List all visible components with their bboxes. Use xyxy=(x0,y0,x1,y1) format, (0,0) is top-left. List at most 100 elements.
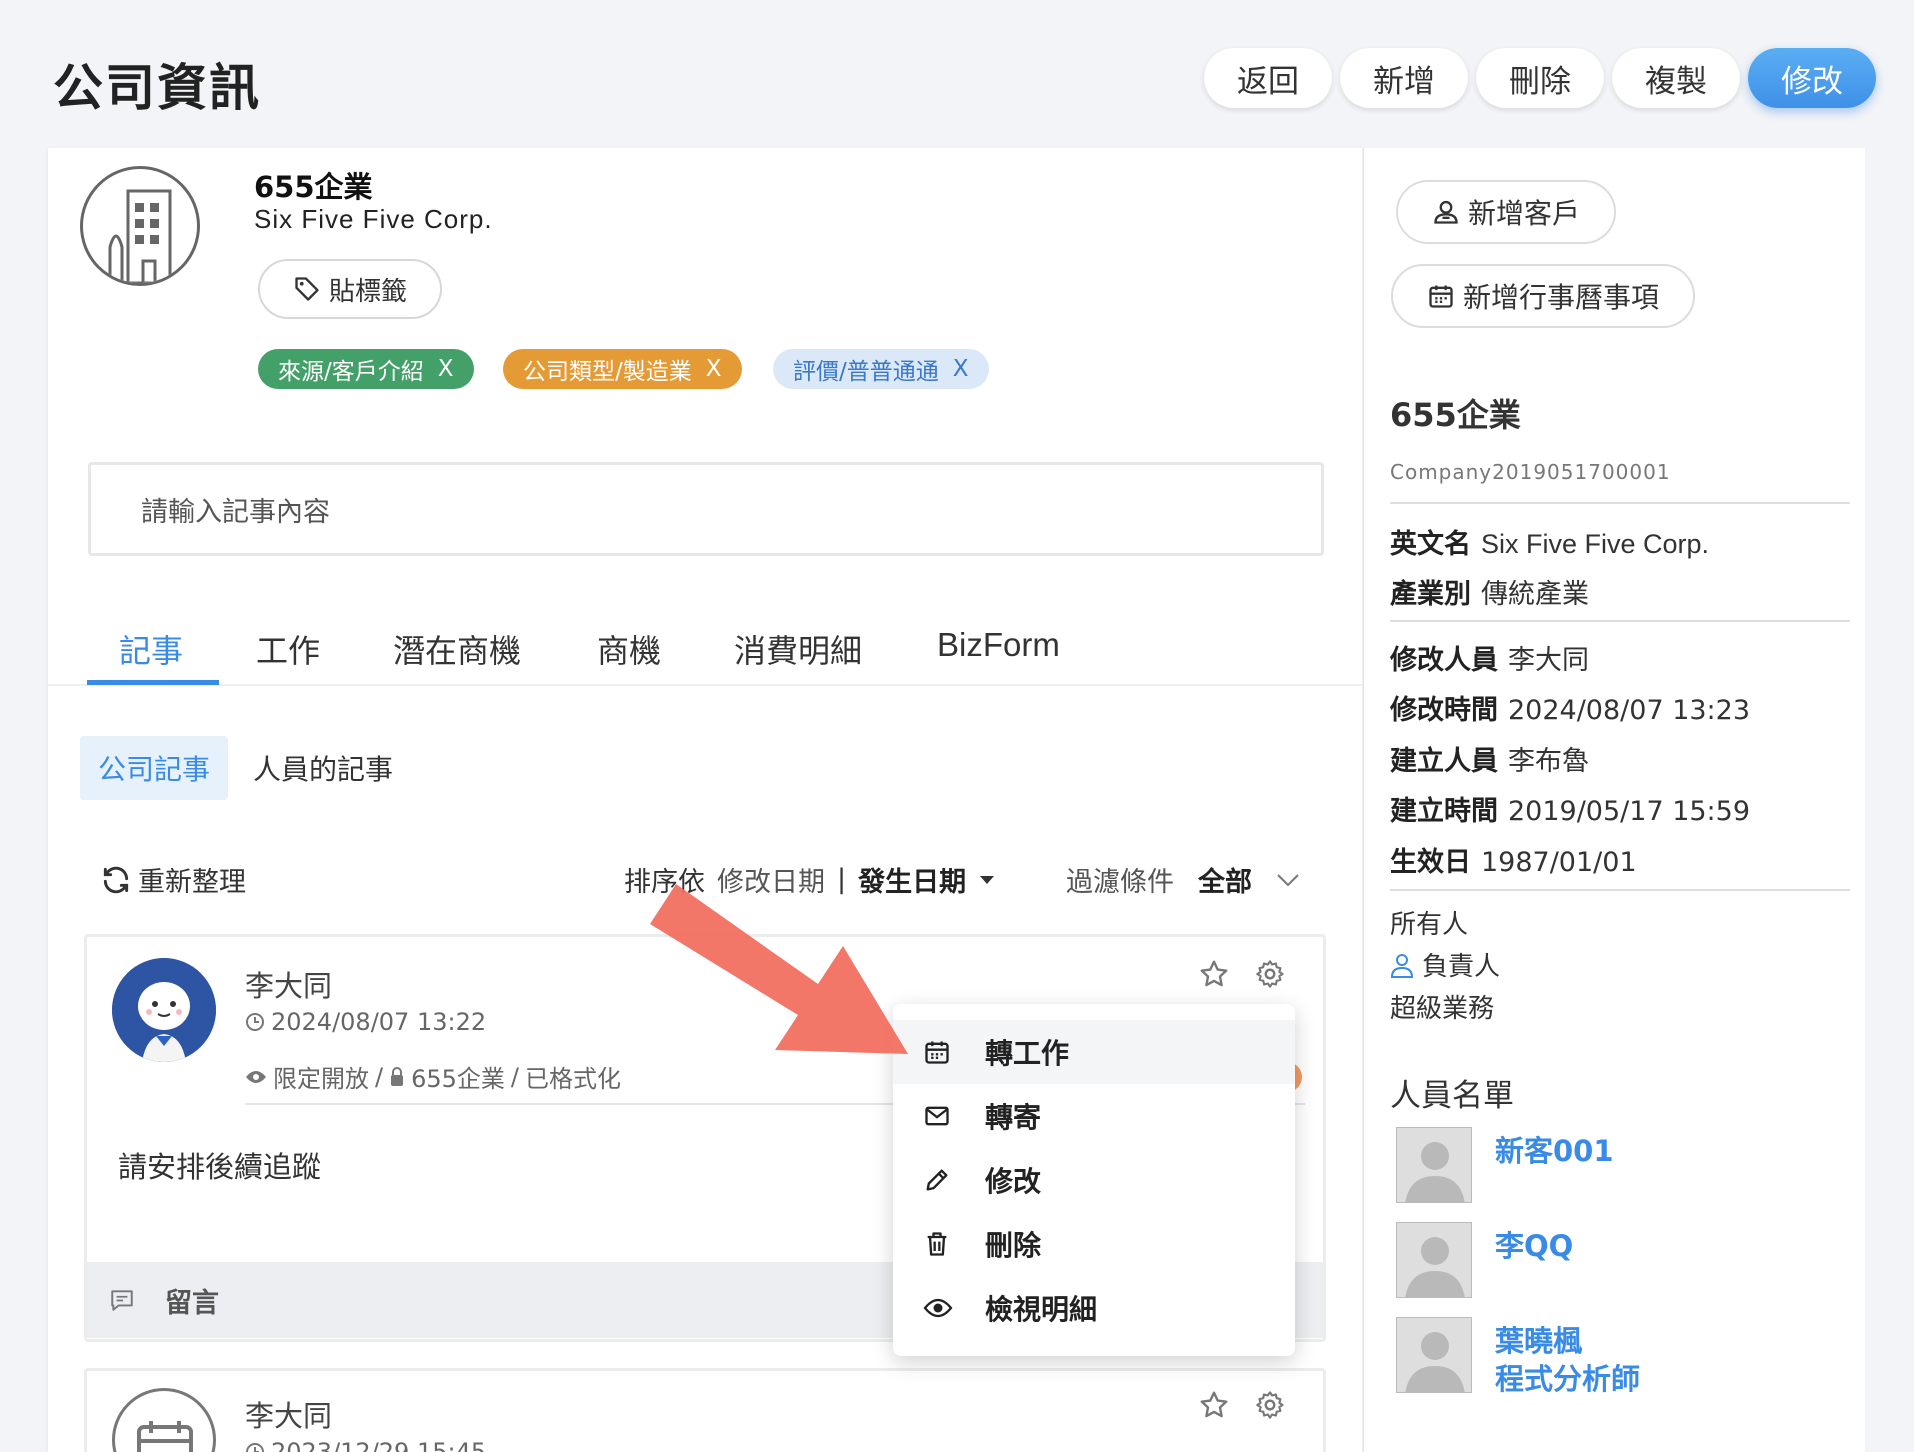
add-customer-button[interactable]: 新增客戶 xyxy=(1396,180,1617,244)
chevron-down-icon xyxy=(1277,873,1299,886)
member-avatar xyxy=(1396,1127,1472,1203)
tab-notes[interactable]: 記事 xyxy=(119,626,183,686)
favorite-star-button[interactable] xyxy=(1198,1389,1230,1421)
menu-item-label: 檢視明細 xyxy=(985,1293,1098,1326)
clock-icon xyxy=(246,1013,264,1031)
owner-role-label: 負責人 xyxy=(1422,952,1501,982)
settings-gear-button[interactable] xyxy=(1254,958,1286,990)
caret-down-icon xyxy=(980,875,995,884)
refresh-button[interactable]: 重新整理 xyxy=(100,860,246,899)
field-value: 傳統產業 xyxy=(1481,579,1589,610)
tab-tasks[interactable]: 工作 xyxy=(256,626,320,686)
menu-item-label: 轉工作 xyxy=(985,1037,1070,1070)
favorite-star-button[interactable] xyxy=(1198,958,1230,990)
page-title: 公司資訊 xyxy=(53,59,261,117)
delete-button[interactable]: 刪除 xyxy=(1476,48,1604,108)
settings-gear-button[interactable] xyxy=(1254,1389,1286,1421)
member-link[interactable]: 李QQ xyxy=(1495,1223,1573,1265)
author-avatar xyxy=(112,958,216,1062)
tag-remove-button[interactable]: X xyxy=(438,356,454,382)
side-divider xyxy=(1390,502,1850,504)
tag-chip-label: 來源/客戶介紹 xyxy=(278,359,424,385)
subtab-people-notes[interactable]: 人員的記事 xyxy=(253,736,393,800)
trash-icon xyxy=(927,1232,947,1256)
menu-item-delete[interactable]: 刪除 xyxy=(893,1212,1295,1276)
field-value: 李布魯 xyxy=(1508,746,1589,777)
filter-value: 全部 xyxy=(1198,867,1252,898)
tag-icon xyxy=(295,277,319,301)
filter-control[interactable]: 過濾條件 全部 xyxy=(1066,860,1300,899)
menu-item-to-task[interactable]: 轉工作 xyxy=(893,1020,1295,1084)
star-icon xyxy=(1200,1391,1228,1418)
tab-bizform[interactable]: BizForm xyxy=(937,626,1060,686)
eye-small-icon xyxy=(246,1070,266,1083)
member-avatar xyxy=(1396,1222,1472,1298)
tab-potential-deals[interactable]: 潛在商機 xyxy=(393,626,521,686)
visibility-label: 限定開放 xyxy=(273,1065,369,1093)
add-tag-label: 貼標籤 xyxy=(328,276,407,307)
modifier-row: 修改人員 李大同 xyxy=(1390,638,1589,677)
member-link[interactable]: 新客001 xyxy=(1495,1128,1614,1170)
comment-label: 留言 xyxy=(165,1287,219,1319)
company-logo xyxy=(80,166,200,286)
english-name-row: 英文名 Six Five Five Corp. xyxy=(1390,522,1709,561)
field-value: 2019/05/17 15:59 xyxy=(1508,796,1751,827)
creator-row: 建立人員 李布魯 xyxy=(1390,739,1589,778)
note-time: 2023/12/29 15:45 xyxy=(245,1438,486,1452)
user-add-icon xyxy=(1434,200,1458,224)
tab-spending[interactable]: 消費明細 xyxy=(734,626,862,686)
calendar-icon xyxy=(1429,285,1453,308)
author-name: 李大同 xyxy=(245,1399,333,1433)
industry-row: 產業別 傳統產業 xyxy=(1390,572,1589,611)
copy-button[interactable]: 複製 xyxy=(1612,48,1740,108)
company-english-name: Six Five Five Corp. xyxy=(254,204,493,234)
back-button[interactable]: 返回 xyxy=(1204,48,1332,108)
add-button[interactable]: 新增 xyxy=(1340,48,1468,108)
author-name: 李大同 xyxy=(245,969,333,1003)
eye-icon xyxy=(923,1298,953,1318)
menu-item-edit[interactable]: 修改 xyxy=(893,1148,1295,1212)
company-id: Company2019051700001 xyxy=(1390,460,1671,484)
side-divider xyxy=(1390,620,1850,622)
calendar-icon xyxy=(925,1041,949,1064)
add-customer-label: 新增客戶 xyxy=(1468,197,1581,230)
pencil-icon xyxy=(926,1169,948,1191)
clock-icon xyxy=(246,1443,264,1452)
created-time-row: 建立時間 2019/05/17 15:59 xyxy=(1390,789,1750,828)
tag-remove-button[interactable]: X xyxy=(706,356,722,382)
gear-icon xyxy=(1256,960,1284,988)
mascot-avatar-icon xyxy=(112,958,216,1062)
add-calendar-event-label: 新增行事曆事項 xyxy=(1463,281,1660,314)
tag-remove-button[interactable]: X xyxy=(953,356,969,382)
tag-chip-source: 來源/客戶介紹 X xyxy=(258,349,474,389)
add-calendar-event-button[interactable]: 新增行事曆事項 xyxy=(1391,264,1696,328)
field-label: 英文名 xyxy=(1390,529,1471,560)
placeholder-person-icon xyxy=(1397,1223,1471,1297)
comment-icon xyxy=(111,1290,133,1311)
field-value: Six Five Five Corp. xyxy=(1481,529,1710,559)
edit-button[interactable]: 修改 xyxy=(1748,48,1876,108)
mail-icon xyxy=(925,1106,949,1126)
highlight-arrow xyxy=(650,884,908,1054)
member-link[interactable]: 葉曉楓 xyxy=(1495,1318,1582,1360)
note-body: 請安排後續追蹤 xyxy=(118,1150,322,1184)
tag-chip-label: 評價/普普通通 xyxy=(793,359,939,385)
field-label: 產業別 xyxy=(1390,579,1471,610)
star-icon xyxy=(1200,960,1228,987)
add-tag-button[interactable]: 貼標籤 xyxy=(258,259,442,319)
note-input[interactable]: 請輸入記事內容 xyxy=(88,462,1324,556)
owner-role: 負責人 xyxy=(1390,946,1500,983)
placeholder-person-icon xyxy=(1397,1128,1471,1202)
tab-divider xyxy=(48,684,1362,686)
subtab-company-notes[interactable]: 公司記事 xyxy=(80,736,229,800)
menu-item-forward[interactable]: 轉寄 xyxy=(893,1084,1295,1148)
effective-date-row: 生效日 1987/01/01 xyxy=(1390,840,1637,879)
filter-label: 過濾條件 xyxy=(1066,867,1174,898)
menu-item-label: 轉寄 xyxy=(985,1101,1042,1134)
company-name: 655企業 xyxy=(254,170,373,204)
active-tab-indicator xyxy=(87,680,219,685)
menu-item-view-detail[interactable]: 檢視明細 xyxy=(893,1276,1295,1340)
note-time: 2024/08/07 13:22 xyxy=(245,1008,486,1036)
tab-deals[interactable]: 商機 xyxy=(597,626,661,686)
side-divider xyxy=(1390,889,1850,891)
